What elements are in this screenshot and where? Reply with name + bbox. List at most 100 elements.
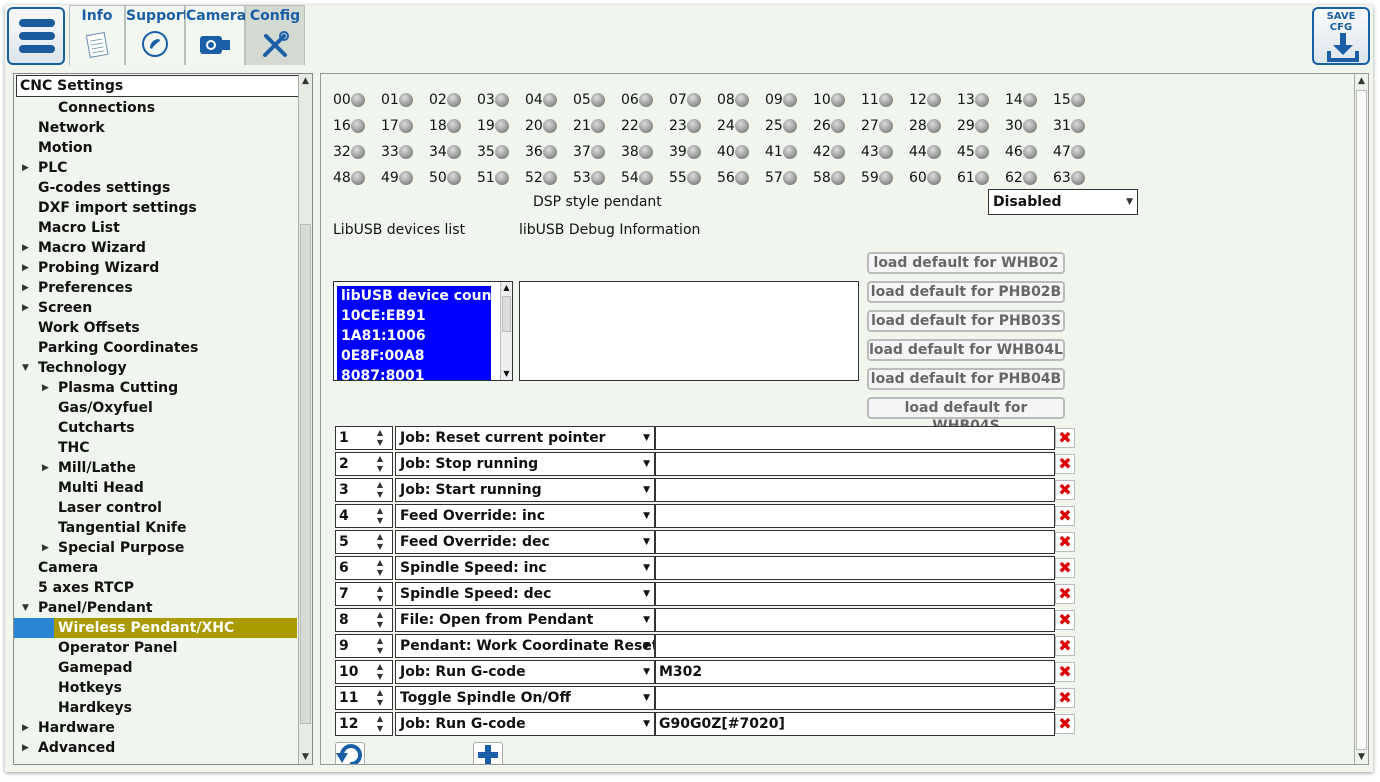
tree-item[interactable]: Hotkeys (14, 678, 297, 698)
mapping-action-select[interactable]: Toggle Spindle On/Off ▼ (395, 686, 655, 710)
load-default-button[interactable]: load default for PHB02B (867, 281, 1065, 303)
collapsed-arrow-icon[interactable]: ▶ (22, 738, 29, 758)
mapping-value-input[interactable] (655, 582, 1055, 606)
mapping-number-stepper[interactable]: 10 ▲ ▼ (335, 660, 393, 684)
libusb-device-item[interactable]: 1A81:1006 (337, 326, 491, 346)
delete-mapping-icon[interactable]: ✖ (1055, 454, 1075, 474)
mapping-value-input[interactable] (655, 426, 1055, 450)
tab-support[interactable]: Support (125, 5, 189, 65)
mapping-action-select[interactable]: Job: Run G-code ▼ (395, 660, 655, 684)
tree-item[interactable]: Hardkeys (14, 698, 297, 718)
save-config-button[interactable]: SAVE CFG (1312, 7, 1370, 65)
load-default-button[interactable]: load default for PHB04B (867, 368, 1065, 390)
tree-item[interactable]: Tangential Knife (14, 518, 297, 538)
mapping-action-select[interactable]: Job: Reset current pointer ▼ (395, 426, 655, 450)
collapsed-arrow-icon[interactable]: ▶ (22, 258, 29, 278)
tree-item[interactable]: Laser control (14, 498, 297, 518)
collapsed-arrow-icon[interactable]: ▶ (22, 158, 29, 178)
mapping-value-input[interactable] (655, 478, 1055, 502)
mapping-action-select[interactable]: Feed Override: inc ▼ (395, 504, 655, 528)
stepper-arrows-icon[interactable]: ▲ ▼ (370, 428, 390, 448)
tree-item[interactable]: Macro List (14, 218, 297, 238)
load-default-button[interactable]: load default for WHB02 (867, 252, 1065, 274)
mapping-action-select[interactable]: Spindle Speed: dec ▼ (395, 582, 655, 606)
tree-item[interactable]: ▼ Technology (14, 358, 297, 378)
mapping-number-stepper[interactable]: 6 ▲ ▼ (335, 556, 393, 580)
load-default-button[interactable]: load default for PHB03S (867, 310, 1065, 332)
mapping-number-stepper[interactable]: 3 ▲ ▼ (335, 478, 393, 502)
delete-mapping-icon[interactable]: ✖ (1055, 558, 1075, 578)
scroll-down-icon[interactable]: ▼ (1355, 750, 1368, 764)
add-mapping-button[interactable] (473, 742, 503, 764)
tree-item[interactable]: ▶ Screen (14, 298, 297, 318)
stepper-arrows-icon[interactable]: ▲ ▼ (370, 636, 390, 656)
stepper-arrows-icon[interactable]: ▲ ▼ (370, 532, 390, 552)
scroll-down-icon[interactable]: ▼ (299, 750, 312, 764)
mapping-value-input[interactable] (655, 452, 1055, 476)
libusb-device-item[interactable]: 10CE:EB91 (337, 306, 491, 326)
scroll-thumb[interactable] (300, 224, 311, 724)
tree-item[interactable]: ▶ Advanced (14, 738, 297, 758)
tree-item[interactable]: ▶ Probing Wizard (14, 258, 297, 278)
mapping-number-stepper[interactable]: 12 ▲ ▼ (335, 712, 393, 736)
tree-item[interactable]: Work Offsets (14, 318, 297, 338)
delete-mapping-icon[interactable]: ✖ (1055, 532, 1075, 552)
libusb-device-item[interactable]: libUSB device count: 8 (337, 286, 512, 306)
main-menu-button[interactable] (7, 7, 65, 65)
expanded-arrow-icon[interactable]: ▼ (22, 358, 29, 378)
expanded-arrow-icon[interactable]: ▼ (22, 598, 29, 618)
collapsed-arrow-icon[interactable]: ▶ (42, 538, 49, 558)
tab-config[interactable]: Config (245, 5, 305, 65)
tree-item[interactable]: Cutcharts (14, 418, 297, 438)
delete-mapping-icon[interactable]: ✖ (1055, 480, 1075, 500)
stepper-arrows-icon[interactable]: ▲ ▼ (370, 584, 390, 604)
tree-item[interactable]: Operator Panel (14, 638, 297, 658)
mapping-value-input[interactable] (655, 634, 1055, 658)
collapsed-arrow-icon[interactable]: ▶ (22, 718, 29, 738)
tab-info[interactable]: Info (69, 5, 125, 65)
tree-item[interactable]: ▶ Macro Wizard (14, 238, 297, 258)
mapping-action-select[interactable]: Feed Override: dec ▼ (395, 530, 655, 554)
libusb-debug-box[interactable] (519, 281, 859, 381)
mapping-action-select[interactable]: Job: Run G-code ▼ (395, 712, 655, 736)
tree-item[interactable]: ▶ Preferences (14, 278, 297, 298)
tree-item[interactable]: Network (14, 118, 297, 138)
tree-item[interactable]: DXF import settings (14, 198, 297, 218)
tree-item[interactable]: 5 axes RTCP (14, 578, 297, 598)
tree-item[interactable]: ▶ PLC (14, 158, 297, 178)
stepper-arrows-icon[interactable]: ▲ ▼ (370, 662, 390, 682)
stepper-arrows-icon[interactable]: ▲ ▼ (370, 610, 390, 630)
delete-mapping-icon[interactable]: ✖ (1055, 584, 1075, 604)
mapping-action-select[interactable]: Job: Start running ▼ (395, 478, 655, 502)
delete-mapping-icon[interactable]: ✖ (1055, 506, 1075, 526)
stepper-arrows-icon[interactable]: ▲ ▼ (370, 688, 390, 708)
tree-item[interactable]: Camera (14, 558, 297, 578)
delete-mapping-icon[interactable]: ✖ (1055, 428, 1075, 448)
tree-item[interactable]: ▶ Hardware (14, 718, 297, 738)
mapping-value-input[interactable] (655, 530, 1055, 554)
tree-item[interactable]: G-codes settings (14, 178, 297, 198)
tree-item[interactable]: Parking Coordinates (14, 338, 297, 358)
tree-header[interactable]: CNC Settings (16, 75, 299, 97)
delete-mapping-icon[interactable]: ✖ (1055, 714, 1075, 734)
tree-item[interactable]: Gas/Oxyfuel (14, 398, 297, 418)
stepper-arrows-icon[interactable]: ▲ ▼ (370, 480, 390, 500)
undo-button[interactable] (335, 742, 365, 764)
libusb-device-item[interactable]: 8087:8001 (337, 366, 491, 380)
stepper-arrows-icon[interactable]: ▲ ▼ (370, 506, 390, 526)
collapsed-arrow-icon[interactable]: ▶ (22, 278, 29, 298)
collapsed-arrow-icon[interactable]: ▶ (22, 238, 29, 258)
libusb-device-item[interactable]: 0E8F:00A8 (337, 346, 491, 366)
dsp-pendant-select[interactable]: Disabled ▼ (988, 189, 1138, 215)
mapping-number-stepper[interactable]: 9 ▲ ▼ (335, 634, 393, 658)
collapsed-arrow-icon[interactable]: ▶ (22, 298, 29, 318)
mapping-number-stepper[interactable]: 8 ▲ ▼ (335, 608, 393, 632)
delete-mapping-icon[interactable]: ✖ (1055, 662, 1075, 682)
delete-mapping-icon[interactable]: ✖ (1055, 688, 1075, 708)
tree-item[interactable]: ▶ Mill/Lathe (14, 458, 297, 478)
mapping-number-stepper[interactable]: 2 ▲ ▼ (335, 452, 393, 476)
collapsed-arrow-icon[interactable]: ▶ (42, 458, 49, 478)
delete-mapping-icon[interactable]: ✖ (1055, 610, 1075, 630)
mapping-number-stepper[interactable]: 11 ▲ ▼ (335, 686, 393, 710)
panel-scrollbar[interactable]: ▲ ▼ (1354, 74, 1368, 764)
